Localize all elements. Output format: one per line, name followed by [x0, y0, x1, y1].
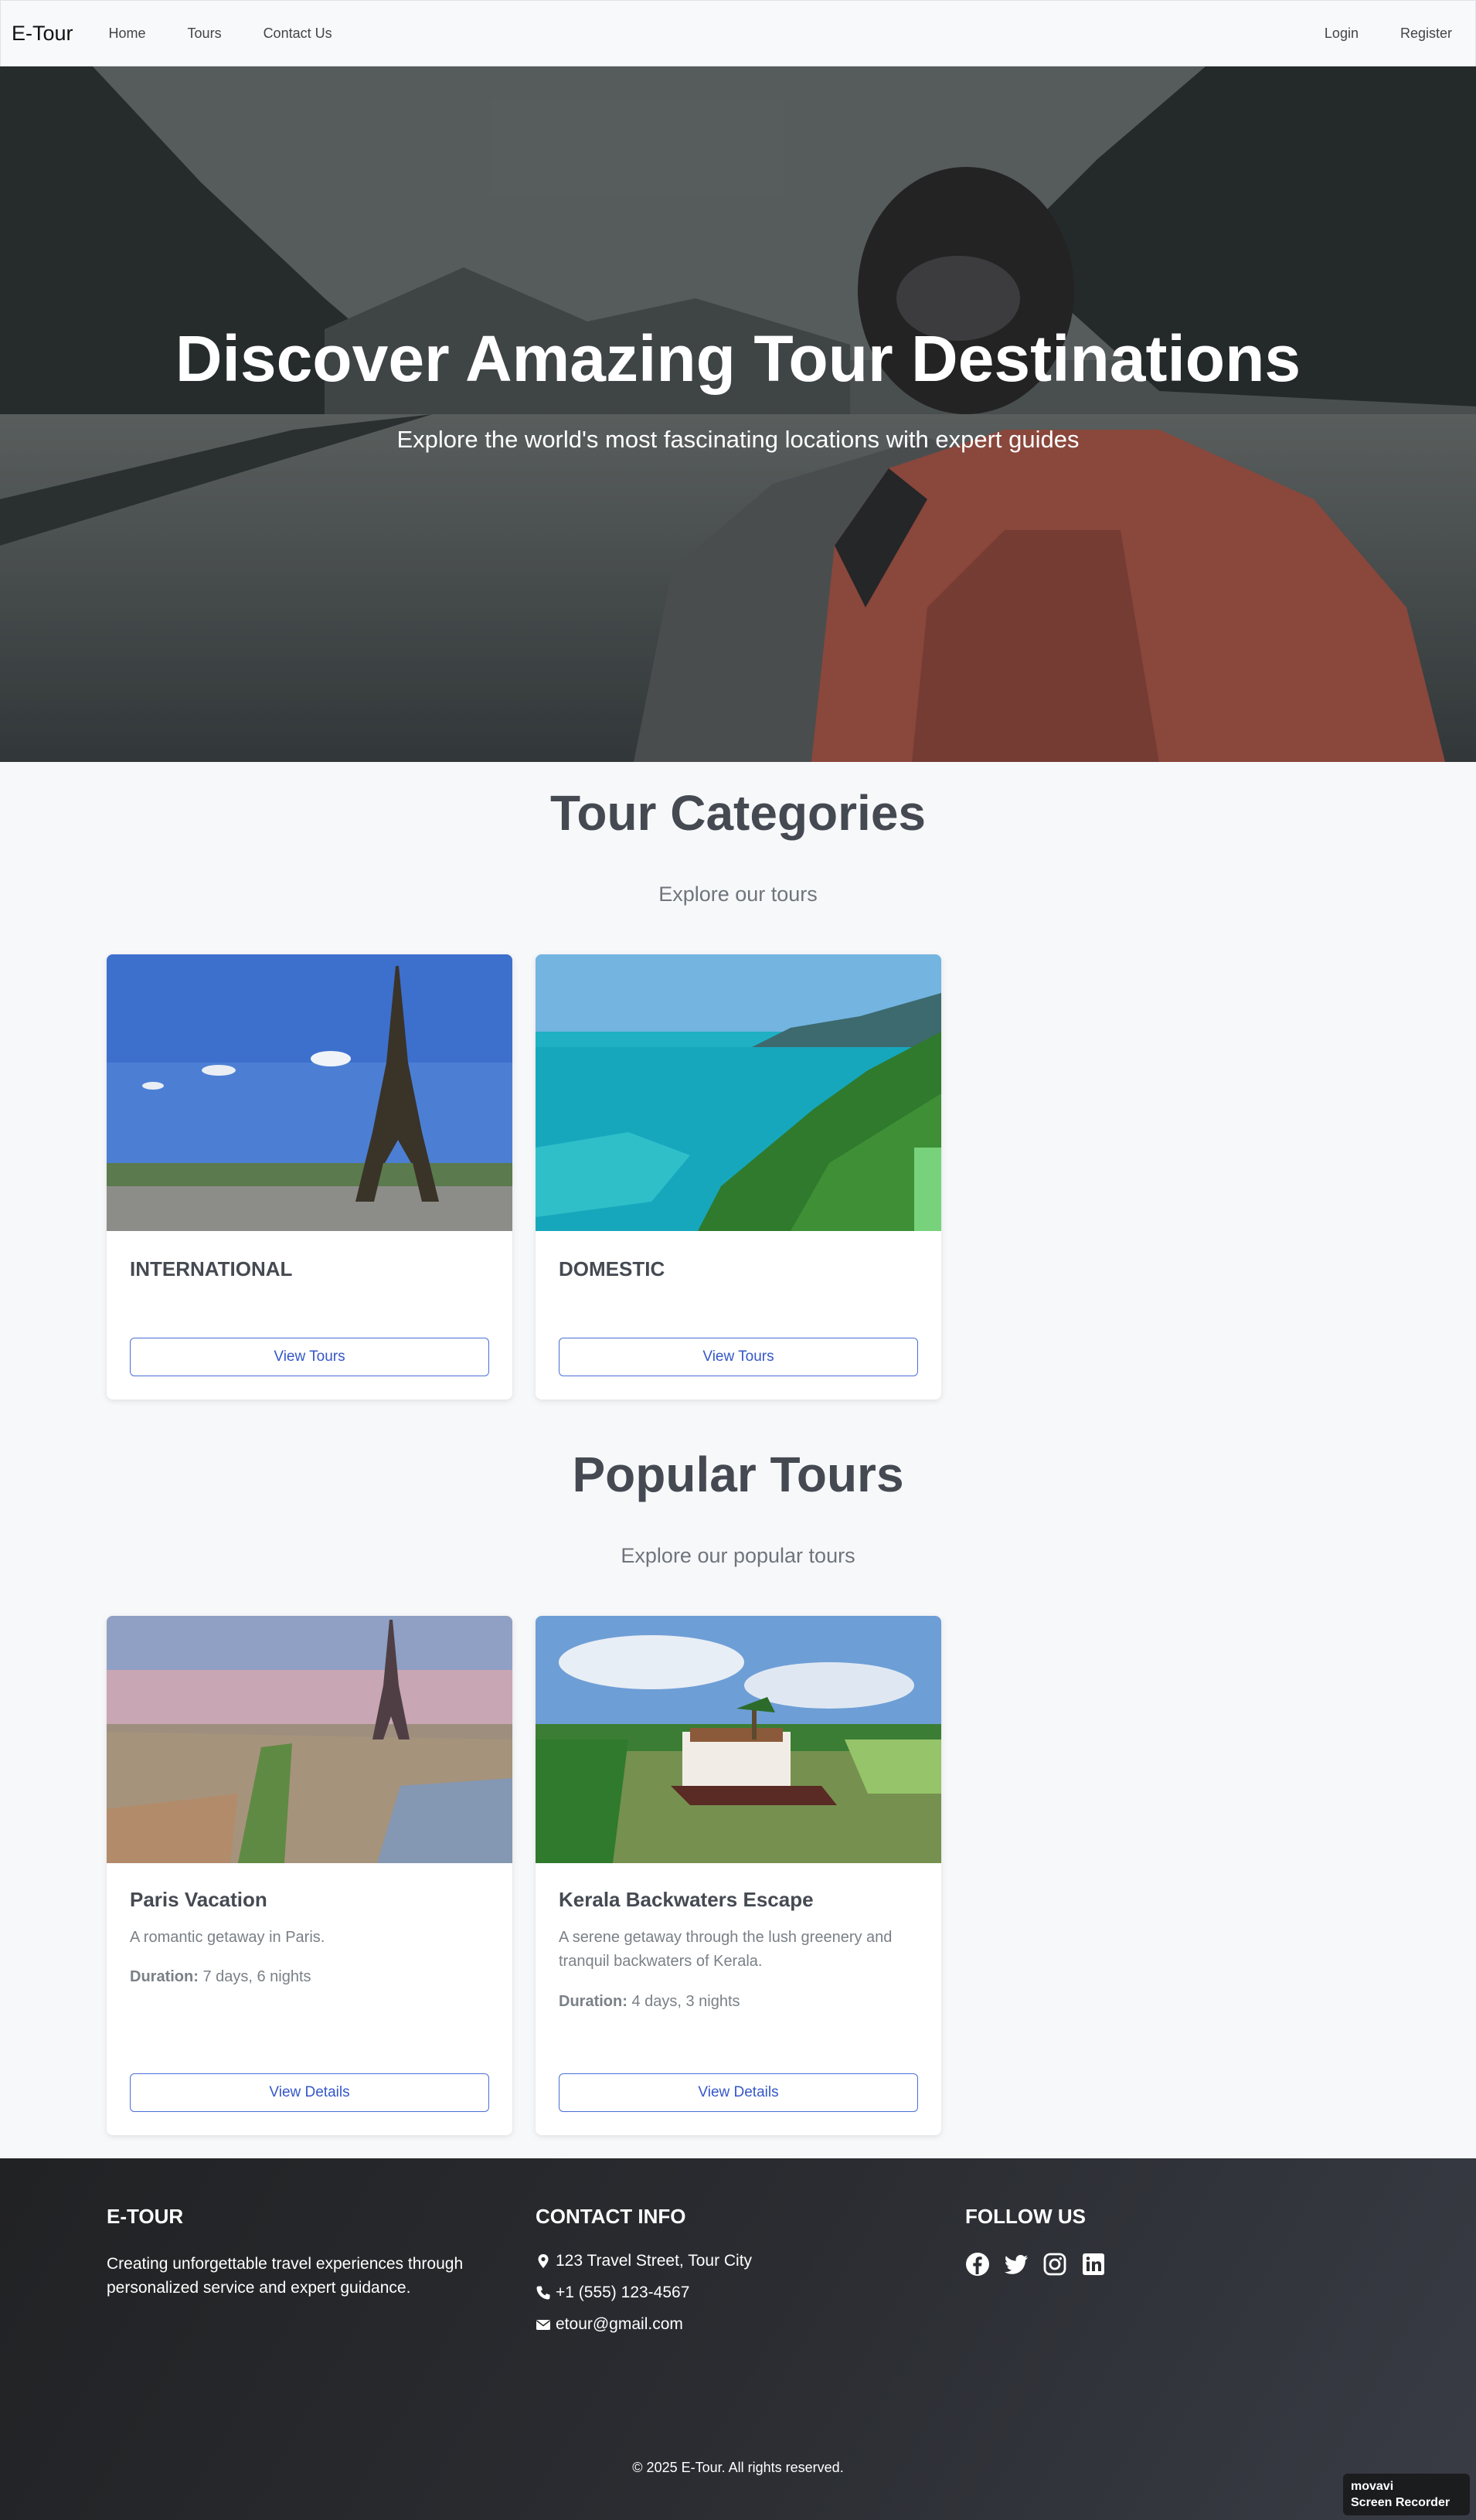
hero-title: Discover Amazing Tour Destinations	[175, 322, 1301, 395]
eiffel-tower-image	[107, 954, 512, 1231]
linkedin-icon[interactable]	[1081, 2252, 1106, 2277]
contact-title: CONTACT INFO	[536, 2205, 686, 2228]
phone-icon	[536, 2286, 550, 2299]
view-tours-button[interactable]: View Tours	[130, 1338, 489, 1376]
social-links	[965, 2252, 1120, 2277]
tour-duration: Duration: 7 days, 6 nights	[130, 1968, 311, 1986]
copyright-text: © 2025 E-Tour. All rights reserved.	[632, 2460, 844, 2475]
tour-name: Paris Vacation	[130, 1888, 267, 1911]
tour-card-kerala: Kerala Backwaters Escape A serene getawa…	[536, 1616, 941, 2135]
nav-links: Home Tours Contact Us	[109, 26, 374, 42]
footer-brand: E-TOUR	[107, 2205, 184, 2228]
footer-about: E-TOUR Creating unforgettable travel exp…	[107, 2205, 508, 2300]
paris-city-image	[107, 1616, 512, 1863]
duration-value: 4 days, 3 nights	[631, 1993, 740, 2010]
footer-social: FOLLOW US	[965, 2205, 1120, 2277]
tour-card-paris: Paris Vacation A romantic getaway in Par…	[107, 1616, 512, 2135]
watermark-brand: movavi	[1351, 2480, 1394, 2493]
category-name: INTERNATIONAL	[130, 1257, 293, 1280]
twitter-icon[interactable]	[1004, 2252, 1029, 2277]
brand-logo[interactable]: E-Tour	[12, 22, 73, 46]
hero-background-image	[0, 66, 1476, 762]
duration-value: 7 days, 6 nights	[202, 1968, 311, 1985]
duration-label: Duration:	[559, 1993, 627, 2010]
tour-description: A serene getaway through the lush greene…	[559, 1929, 893, 1970]
nav-contact[interactable]: Contact Us	[264, 26, 332, 42]
register-link[interactable]: Register	[1400, 26, 1452, 42]
login-link[interactable]: Login	[1325, 26, 1359, 42]
follow-title: FOLLOW US	[965, 2205, 1086, 2228]
category-name: DOMESTIC	[559, 1257, 665, 1280]
navbar: E-Tour Home Tours Contact Us Login Regis…	[0, 0, 1476, 66]
duration-label: Duration:	[130, 1968, 199, 1985]
watermark-product: Screen Recorder	[1351, 2496, 1450, 2509]
tour-duration: Duration: 4 days, 3 nights	[559, 1993, 740, 2011]
email-text[interactable]: etour@gmail.com	[556, 2315, 683, 2334]
popular-title: Popular Tours	[572, 1447, 904, 1502]
popular-subtitle: Explore our popular tours	[621, 1544, 855, 1567]
view-details-button[interactable]: View Details	[130, 2073, 489, 2112]
phone-line: +1 (555) 123-4567	[536, 2277, 752, 2308]
site-footer: E-TOUR Creating unforgettable travel exp…	[0, 2158, 1476, 2520]
category-card-international: INTERNATIONAL View Tours	[107, 954, 512, 1399]
nav-tours[interactable]: Tours	[188, 26, 222, 42]
address-text: 123 Travel Street, Tour City	[556, 2251, 753, 2270]
phone-text: +1 (555) 123-4567	[556, 2283, 690, 2301]
tropical-coast-image	[536, 954, 941, 1231]
view-tours-button[interactable]: View Tours	[559, 1338, 918, 1376]
footer-contact: CONTACT INFO 123 Travel Street, Tour Cit…	[536, 2205, 752, 2340]
envelope-icon	[536, 2319, 550, 2330]
tour-name: Kerala Backwaters Escape	[559, 1888, 814, 1911]
address-line: 123 Travel Street, Tour City	[536, 2245, 752, 2277]
hero-banner: Discover Amazing Tour Destinations Explo…	[0, 66, 1476, 762]
instagram-icon[interactable]	[1042, 2252, 1067, 2277]
email-line: etour@gmail.com	[536, 2308, 752, 2340]
category-card-domestic: DOMESTIC View Tours	[536, 954, 941, 1399]
tour-description: A romantic getaway in Paris.	[130, 1929, 325, 1946]
map-pin-icon	[538, 2253, 549, 2268]
categories-title: Tour Categories	[550, 785, 926, 841]
screen-recorder-watermark: movavi Screen Recorder	[1343, 2474, 1470, 2515]
nav-home[interactable]: Home	[109, 26, 146, 42]
hero-subtitle: Explore the world's most fascinating loc…	[396, 426, 1080, 453]
view-details-button[interactable]: View Details	[559, 2073, 918, 2112]
facebook-icon[interactable]	[965, 2252, 990, 2277]
categories-subtitle: Explore our tours	[658, 883, 818, 906]
footer-about-text: Creating unforgettable travel experience…	[107, 2255, 464, 2297]
kerala-houseboat-image	[536, 1616, 941, 1863]
auth-links: Login Register	[1283, 26, 1452, 42]
